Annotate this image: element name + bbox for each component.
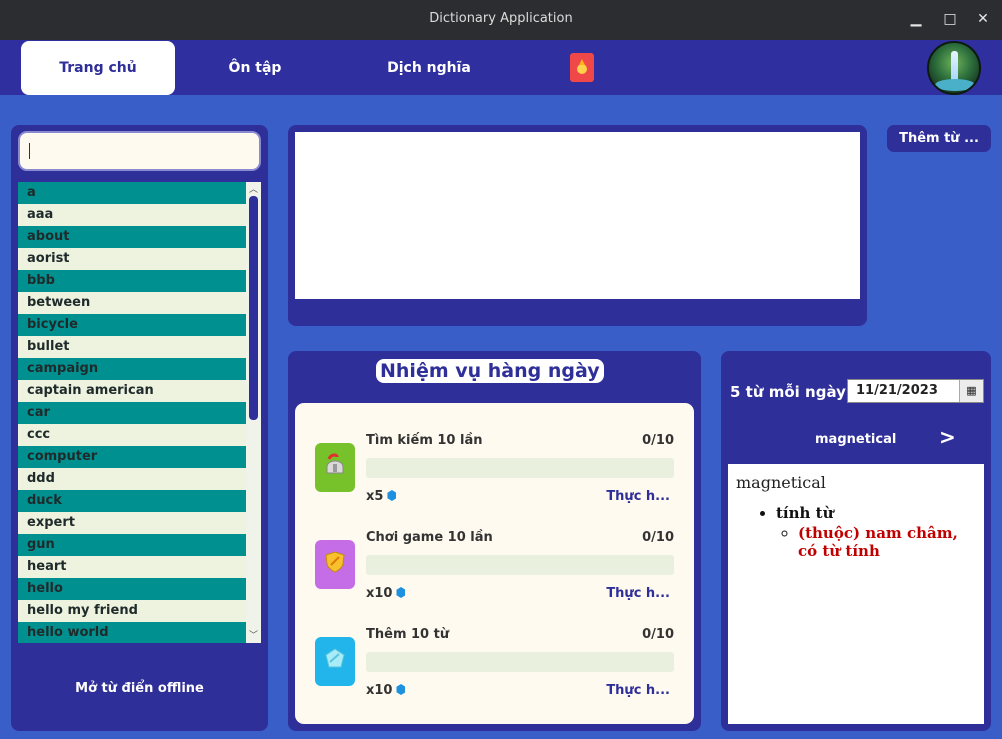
game-icon[interactable]	[570, 53, 594, 82]
word-list-item[interactable]: heart	[18, 556, 246, 578]
avatar[interactable]	[927, 41, 981, 95]
word-list-item[interactable]: bicycle	[18, 314, 246, 336]
title-bar: Dictionary Application ▁ □ ✕	[0, 0, 1002, 40]
date-value: 11/21/2023	[856, 383, 938, 398]
tab-translate[interactable]: Dịch nghĩa	[355, 41, 503, 95]
window-title: Dictionary Application	[429, 11, 573, 26]
word-list-item[interactable]: bullet	[18, 336, 246, 358]
definition-word: magnetical	[736, 473, 826, 492]
mission-reward: x10	[366, 683, 406, 698]
mission-progress-bar	[366, 652, 674, 672]
missions-title: Nhiệm vụ hàng ngày	[376, 359, 604, 383]
mission-progress: 0/10	[642, 433, 674, 448]
nav-bar: Trang chủ Ôn tập Dịch nghĩa	[0, 40, 1002, 95]
word-list-item[interactable]: campaign	[18, 358, 246, 380]
mission-item: Tìm kiếm 10 lần 0/10 x5 Thực h...	[295, 428, 694, 508]
word-list-item[interactable]: captain american	[18, 380, 246, 402]
search-input[interactable]	[18, 131, 261, 171]
mission-action-button[interactable]: Thực h...	[606, 489, 670, 504]
mission-action-button[interactable]: Thực h...	[606, 586, 670, 601]
word-list-item[interactable]: expert	[18, 512, 246, 534]
mission-progress-bar	[366, 555, 674, 575]
daily-words-label: 5 từ mỗi ngày	[730, 383, 846, 401]
word-list-item[interactable]: hello my friend	[18, 600, 246, 622]
word-list-item[interactable]: ddd	[18, 468, 246, 490]
open-offline-dictionary-button[interactable]: Mở từ điển offline	[11, 681, 268, 696]
mission-reward: x10	[366, 586, 406, 601]
minimize-button[interactable]: ▁	[908, 11, 924, 27]
shield-icon	[315, 540, 355, 589]
word-list-item[interactable]: computer	[18, 446, 246, 468]
current-word: magnetical	[815, 432, 897, 447]
mission-progress-bar	[366, 458, 674, 478]
main-area: a aaa about aorist bbb between bicycle bullet ca…	[0, 95, 1002, 739]
word-list-item[interactable]: hello	[18, 578, 246, 600]
helmet-icon	[315, 443, 355, 492]
mission-name: Thêm 10 từ	[366, 627, 450, 642]
word-list-item[interactable]: aorist	[18, 248, 246, 270]
mission-progress: 0/10	[642, 530, 674, 545]
content-panel	[288, 125, 867, 326]
mission-item: Thêm 10 từ 0/10 x10 Thực h...	[295, 622, 694, 702]
mission-reward: x5	[366, 489, 397, 504]
mission-name: Chơi game 10 lần	[366, 530, 493, 545]
scroll-down-icon[interactable]: ﹀	[249, 628, 258, 641]
maximize-button[interactable]: □	[942, 11, 958, 27]
word-list-item[interactable]: bbb	[18, 270, 246, 292]
word-list-scrollbar[interactable]: ︿ ﹀	[246, 182, 261, 643]
add-word-button[interactable]: Thêm từ ...	[887, 125, 991, 152]
calendar-icon[interactable]: ▦	[959, 380, 983, 402]
daily-words-panel: 5 từ mỗi ngày 11/21/2023 ▦ magnetical > …	[721, 351, 991, 731]
gem-icon	[396, 684, 406, 695]
mission-progress: 0/10	[642, 627, 674, 642]
word-list-item[interactable]: gun	[18, 534, 246, 556]
word-list-item[interactable]: hello world	[18, 622, 246, 643]
crystal-icon	[315, 637, 355, 686]
close-button[interactable]: ✕	[975, 11, 991, 27]
dictionary-panel: a aaa about aorist bbb between bicycle bullet ca…	[11, 125, 268, 731]
gem-icon	[396, 587, 406, 598]
word-list-item[interactable]: between	[18, 292, 246, 314]
fire-icon	[577, 59, 587, 74]
next-word-button[interactable]: >	[939, 425, 956, 449]
missions-list: Tìm kiếm 10 lần 0/10 x5 Thực h... Chơi g…	[295, 403, 694, 724]
mission-item: Chơi game 10 lần 0/10 x10 Thực h...	[295, 525, 694, 605]
gem-icon	[387, 490, 397, 501]
text-caret	[29, 143, 30, 159]
tab-review[interactable]: Ôn tập	[190, 41, 320, 95]
word-list-item[interactable]: car	[18, 402, 246, 424]
mission-action-button[interactable]: Thực h...	[606, 683, 670, 698]
definition-meaning: (thuộc) nam châm, có từ tính	[798, 524, 976, 560]
word-list-item[interactable]: a	[18, 182, 246, 204]
word-list[interactable]: a aaa about aorist bbb between bicycle bullet ca…	[18, 182, 261, 643]
definition-box: magnetical tính từ (thuộc) nam châm, có …	[728, 464, 984, 724]
content-display	[295, 132, 860, 299]
word-list-item[interactable]: about	[18, 226, 246, 248]
scroll-thumb[interactable]	[249, 196, 258, 420]
mission-name: Tìm kiếm 10 lần	[366, 433, 483, 448]
date-picker[interactable]: 11/21/2023 ▦	[847, 379, 984, 403]
word-list-item[interactable]: aaa	[18, 204, 246, 226]
daily-missions-panel: Nhiệm vụ hàng ngày Tìm kiếm 10 lần 0/10 …	[288, 351, 701, 731]
part-of-speech: tính từ (thuộc) nam châm, có từ tính	[776, 504, 976, 560]
word-list-item[interactable]: ccc	[18, 424, 246, 446]
tab-home[interactable]: Trang chủ	[21, 41, 175, 95]
word-list-item[interactable]: duck	[18, 490, 246, 512]
scroll-up-icon[interactable]: ︿	[249, 182, 258, 195]
